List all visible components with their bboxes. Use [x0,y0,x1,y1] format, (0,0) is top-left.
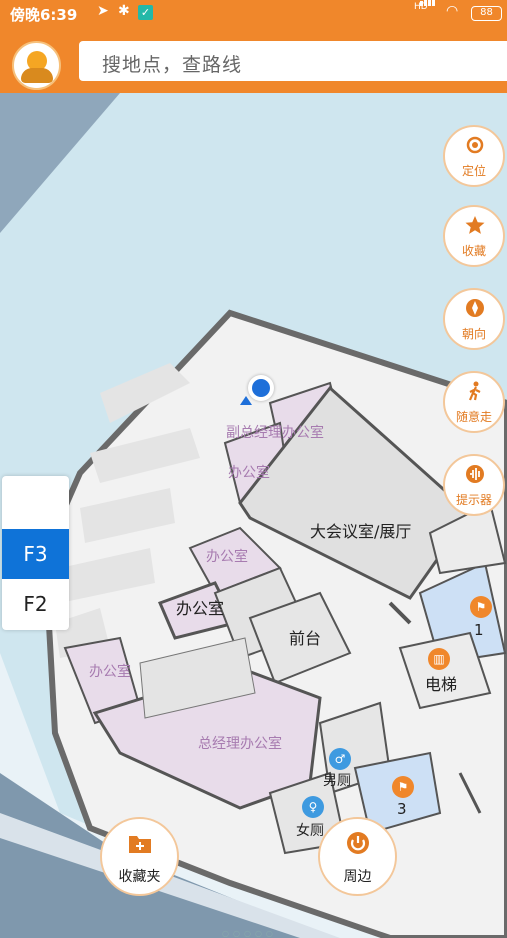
male-restroom-icon[interactable]: ♂ [329,748,351,770]
room-office-dark[interactable]: 办公室 [176,595,224,619]
page-indicator: ○○○○○ [222,929,277,938]
star-icon [465,216,485,234]
battery-icon: 88 [471,6,502,21]
room-office-left[interactable]: 办公室 [89,661,131,681]
female-restroom-icon[interactable]: ♀ [302,796,324,818]
orientation-button[interactable]: 朝向 [443,288,505,350]
room-office-1[interactable]: 办公室 [228,462,270,482]
favorites-folder-button[interactable]: 收藏夹 [100,817,179,896]
floor-plan [0,93,507,938]
nearby-label: 周边 [343,869,372,885]
favorite-label: 收藏 [461,244,486,258]
favorites-folder-label: 收藏夹 [118,869,161,885]
room-reception[interactable]: 前台 [289,625,321,649]
room-conference[interactable]: 大会议室/展厅 [310,518,411,542]
free-walk-button[interactable]: 随意走 [443,371,505,433]
room-elevator[interactable]: 电梯 [425,671,457,695]
location-arrow-icon: ➤ [97,3,109,19]
nearby-button[interactable]: 周边 [318,817,397,896]
stair-number-1: 1 [474,621,484,639]
locate-button[interactable]: 定位 [443,125,505,187]
search-placeholder: 搜地点，查路线 [102,54,243,76]
room-women-restroom[interactable]: 女厕 [296,820,324,840]
walk-icon [468,381,481,401]
heading-arrow-icon [240,396,252,405]
prompter-label: 提示器 [455,493,492,507]
locate-label: 定位 [461,164,486,178]
user-avatar[interactable] [12,41,61,90]
stairs-icon-2[interactable]: ⚑ [392,776,414,798]
compass-icon [466,299,484,317]
room-gm-office[interactable]: 总经理办公室 [198,733,282,753]
room-vice-gm-office[interactable]: 副总经理办公室 [226,422,324,442]
favorite-button[interactable]: 收藏 [443,205,505,267]
room-men-restroom[interactable]: 男厕 [323,770,351,790]
sound-icon [466,465,484,483]
wifi-icon: ◠ [446,3,459,19]
locate-icon [466,136,484,154]
search-input[interactable]: 搜地点，查路线 [79,41,507,81]
floor-f2-button[interactable]: F2 [2,579,69,629]
indoor-map[interactable]: 副总经理办公室 办公室 大会议室/展厅 办公室 办公室 前台 办公室 电梯 总经… [0,93,507,938]
avatar-body-icon [21,68,53,83]
status-time: 傍晚6:39 [10,6,78,24]
nearby-icon [347,832,369,854]
room-office-2[interactable]: 办公室 [206,546,248,566]
prompter-button[interactable]: 提示器 [443,454,505,516]
elevator-icon[interactable]: ▥ [428,648,450,670]
floor-switcher: F3 F2 [2,476,69,630]
app-notification-icon: ✓ [138,5,153,20]
folder-add-icon [129,836,151,853]
status-bar: 傍晚6:39 ➤ ✱ ✓ HD ◠ 88 [0,0,507,26]
free-walk-label: 随意走 [455,410,492,424]
orientation-label: 朝向 [461,327,486,341]
bluetooth-icon: ✱ [118,3,130,19]
top-header: 傍晚6:39 ➤ ✱ ✓ HD ◠ 88 搜地点，查路线 [0,0,507,93]
stairs-icon[interactable]: ⚑ [470,596,492,618]
stair-number-3: 3 [397,800,407,818]
floor-f3-button[interactable]: F3 [2,529,69,579]
